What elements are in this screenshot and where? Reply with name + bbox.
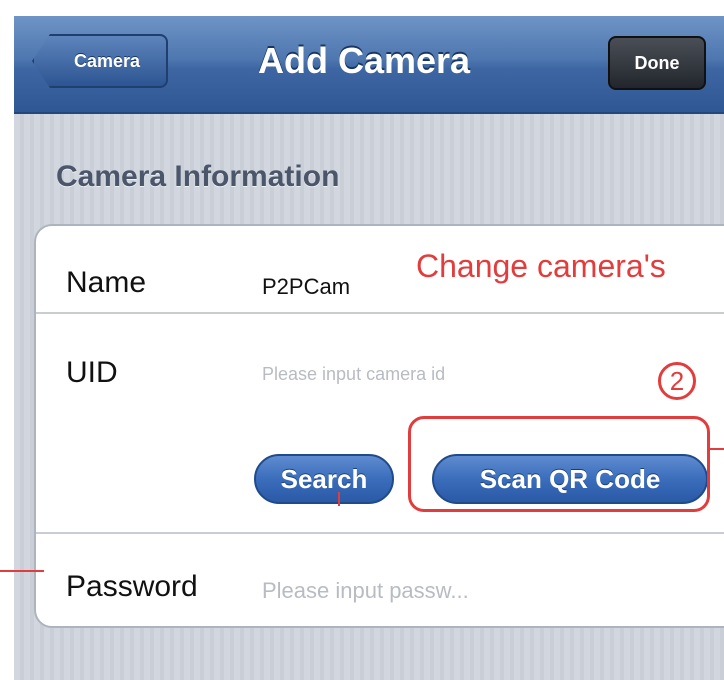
- back-button[interactable]: Camera: [32, 34, 168, 88]
- section-header: Camera Information: [56, 160, 340, 193]
- name-field[interactable]: P2PCam: [262, 274, 350, 300]
- search-button[interactable]: Search: [254, 454, 394, 504]
- app-screen: Camera Add Camera Done Camera Informatio…: [14, 16, 724, 680]
- done-button[interactable]: Done: [608, 36, 706, 90]
- step-number-badge: 2: [658, 362, 696, 400]
- navigation-bar: Camera Add Camera Done: [14, 16, 724, 114]
- password-pointer-line: [0, 570, 44, 572]
- row-divider: [36, 312, 724, 314]
- uid-label: UID: [66, 356, 118, 389]
- page-title: Add Camera: [257, 40, 471, 81]
- scan-highlight-box: [408, 416, 710, 512]
- password-label: Password: [66, 570, 198, 603]
- uid-input[interactable]: Please input camera id: [262, 364, 445, 385]
- password-input[interactable]: Please input passw...: [262, 578, 469, 604]
- row-divider: [36, 532, 724, 534]
- scan-pointer-line: [710, 448, 724, 450]
- name-annotation-text: Change camera's: [416, 248, 666, 284]
- name-label: Name: [66, 266, 147, 299]
- search-marker-tick: [338, 492, 340, 506]
